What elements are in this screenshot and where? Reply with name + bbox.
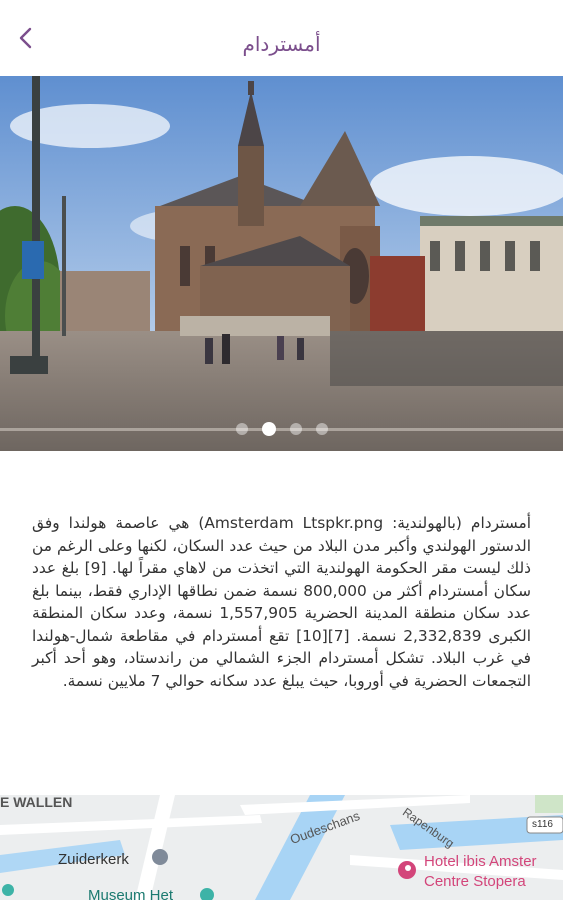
app-header: أمستردام [0, 0, 563, 76]
page-title: أمستردام [242, 32, 321, 56]
map-label-zuiderkerk[interactable]: Zuiderkerk [58, 851, 129, 868]
map-label-wallen: E WALLEN [0, 795, 73, 810]
carousel-dot[interactable] [315, 423, 328, 435]
map-preview[interactable]: E WALLEN Zuiderkerk Oudeschans Rapenburg… [0, 795, 563, 900]
image-gallery[interactable] [0, 76, 563, 451]
map-pin-hotel-label[interactable]: Hotel ibis Amster [424, 853, 537, 870]
map-pin-hotel-label-2[interactable]: Centre Stopera [424, 873, 526, 890]
map-label-s116: s116 [532, 819, 553, 830]
carousel-dot[interactable] [289, 423, 302, 435]
gallery-photo [0, 76, 563, 451]
carousel-indicator [0, 422, 563, 436]
description-text: أمستردام (بالهولندية: Amsterdam Ltspkr.p… [32, 514, 531, 690]
carousel-dot-active[interactable] [261, 422, 276, 436]
map-label-museum[interactable]: Museum Het [88, 887, 173, 900]
carousel-dot[interactable] [235, 423, 248, 435]
